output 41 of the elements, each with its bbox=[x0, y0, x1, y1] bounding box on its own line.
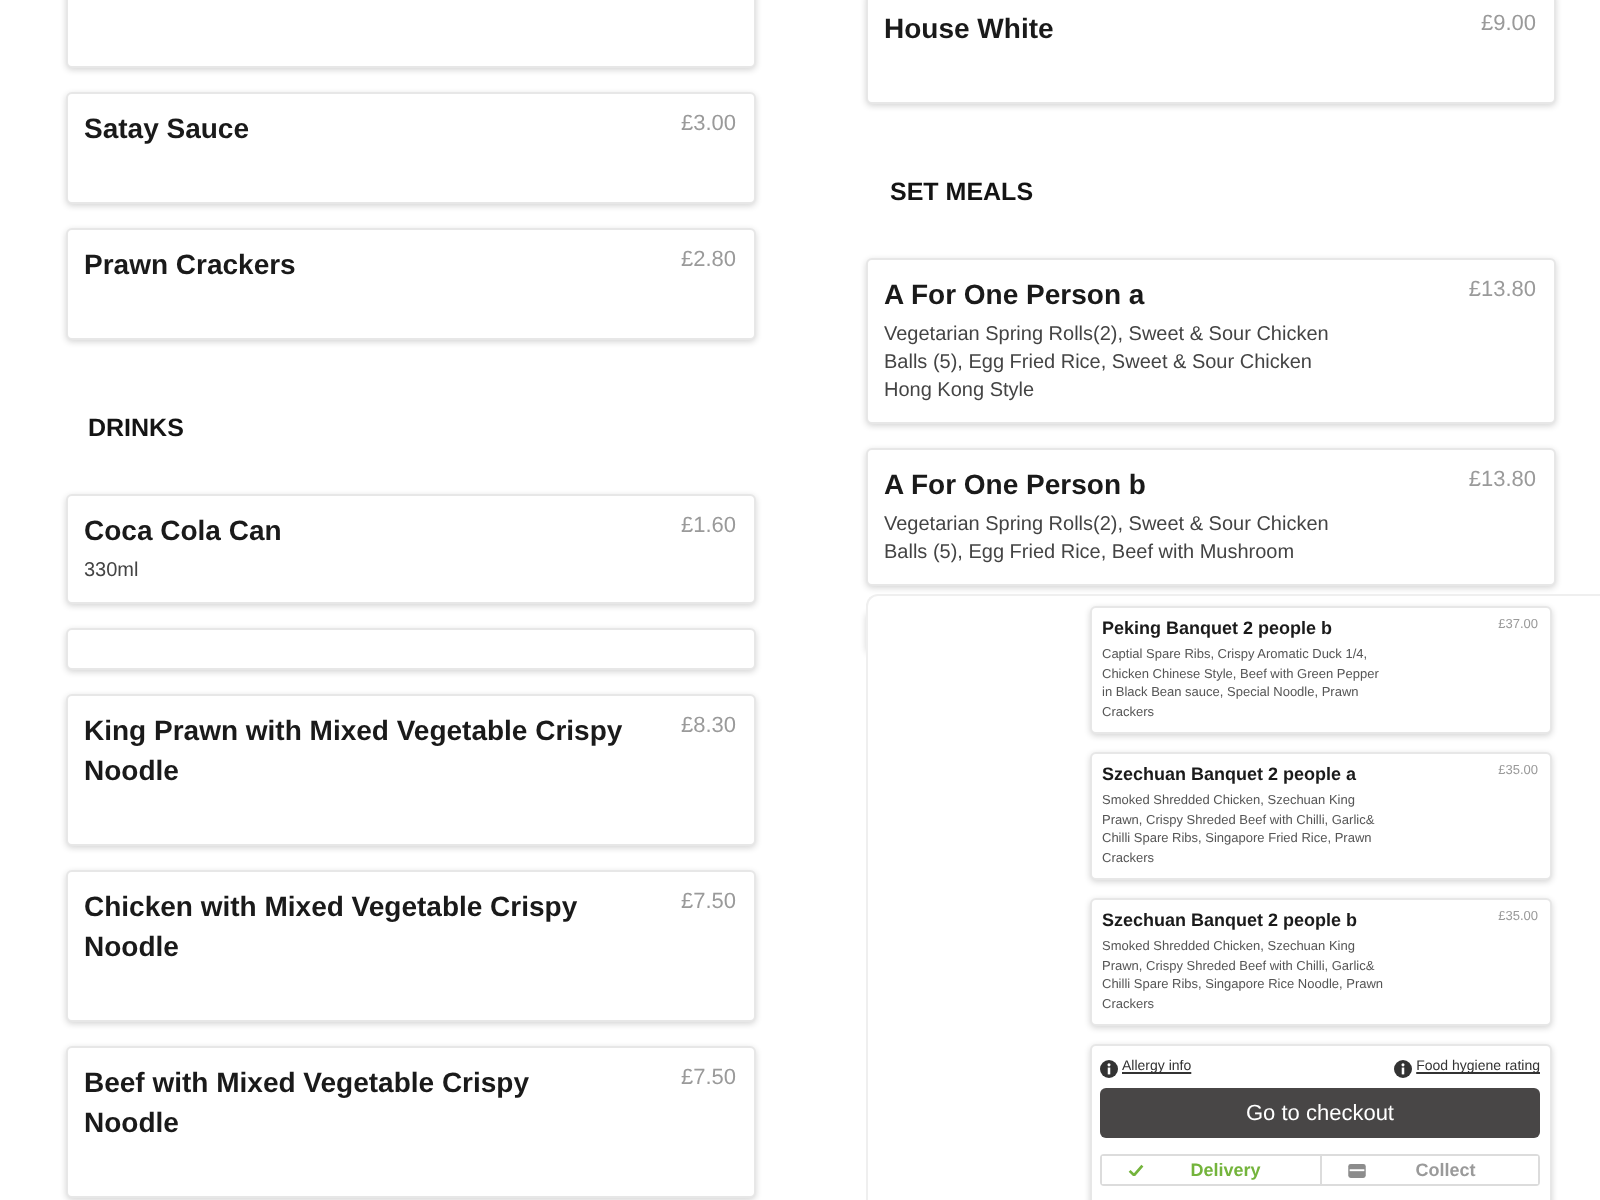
item-price: £7.50 bbox=[680, 1064, 736, 1094]
menu-item-card[interactable]: Prawn Crackers £2.80 bbox=[66, 228, 756, 340]
item-price: £2.80 bbox=[680, 246, 736, 276]
checkout-button[interactable]: Go to checkout bbox=[1100, 1088, 1540, 1138]
item-name: A For One Person a bbox=[884, 276, 1145, 314]
menu-item-card[interactable]: Satay Sauce £3.00 bbox=[66, 92, 756, 204]
item-name: Prawn Crackers bbox=[84, 246, 296, 284]
item-description: 330ml bbox=[84, 558, 141, 586]
menu-item-card[interactable]: A For One Person b £13.80 Vegetarian Spring Rolls(2), Sweet & Sour Chicken Balls (5), Egg Fried Rice, Beef with Mushroom bbox=[866, 448, 1556, 586]
item-price: £1.60 bbox=[680, 512, 736, 542]
item-price: £13.80 bbox=[1468, 466, 1536, 496]
item-description: Vegetarian Spring Rolls(2), Sweet & Sour Chicken Balls (5), Egg Fried Rice, Sweet & Sour Chicken Hong Kong Style bbox=[884, 322, 1331, 406]
info-icon bbox=[1100, 1059, 1118, 1077]
info-icon bbox=[1394, 1059, 1413, 1077]
item-name: Peking Banquet 2 people b bbox=[1102, 616, 1333, 640]
item-price: £9.00 bbox=[1480, 10, 1536, 40]
menu-item-card[interactable]: Chicken with Mixed Vegetable Crispy Noodle £7.50 bbox=[66, 870, 756, 1022]
check-icon bbox=[1128, 1163, 1144, 1177]
item-price: £3.00 bbox=[680, 110, 736, 140]
item-name: Szechuan Banquet 2 people a bbox=[1102, 762, 1357, 786]
menu-item-card[interactable]: King Prawn with Mixed Vegetable Crispy Noodle £8.30 bbox=[66, 694, 756, 846]
item-price: £13.80 bbox=[1468, 276, 1536, 306]
item-name: House White bbox=[884, 10, 1054, 48]
menu-item-card[interactable]: Beef with Mixed Vegetable Crispy Noodle £7.50 bbox=[66, 1046, 756, 1198]
menu-item-card[interactable]: A For One Person a £13.80 Vegetarian Spring Rolls(2), Sweet & Sour Chicken Balls (5), Egg Fried Rice, Sweet & Sour Chicken Hong Kong Style bbox=[866, 258, 1556, 424]
item-name: Beef with Mixed Vegetable Crispy Noodle bbox=[84, 1064, 532, 1142]
section-heading: SET MEALS bbox=[890, 176, 1034, 210]
menu-item-card[interactable]: Coca Cola Can £1.60 330ml bbox=[66, 494, 756, 604]
menu-item-card[interactable]: House White £9.00 bbox=[866, 0, 1556, 104]
item-description: Vegetarian Spring Rolls(2), Sweet & Sour Chicken Balls (5), Egg Fried Rice, Beef with Mushroom bbox=[884, 512, 1331, 568]
item-name: Coca Cola Can bbox=[84, 512, 282, 550]
item-price: £8.30 bbox=[680, 712, 736, 742]
item-name: A For One Person b bbox=[884, 466, 1146, 504]
item-name: King Prawn with Mixed Vegetable Crispy Noodle bbox=[84, 712, 625, 790]
item-price: £7.50 bbox=[680, 888, 736, 918]
item-name: Chicken with Mixed Vegetable Crispy Noodle bbox=[84, 888, 580, 966]
menu-item-card[interactable] bbox=[66, 628, 756, 670]
section-heading: DRINKS bbox=[88, 412, 184, 446]
bag-icon bbox=[1347, 1163, 1365, 1177]
item-name: Satay Sauce bbox=[84, 110, 249, 148]
item-name: Szechuan Banquet 2 people b bbox=[1102, 908, 1358, 932]
